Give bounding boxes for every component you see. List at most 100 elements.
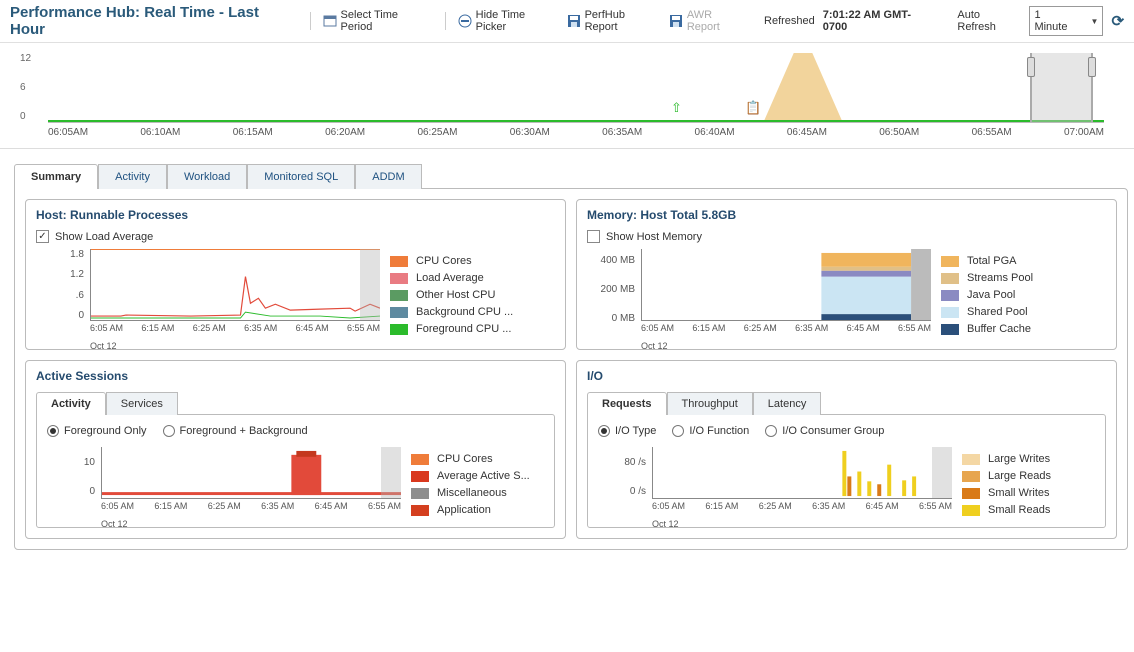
io-xtick: 6:15 AM bbox=[705, 501, 738, 517]
legend-label: Total PGA bbox=[967, 255, 1017, 267]
legend-swatch bbox=[941, 324, 959, 335]
io-xtick: 6:05 AM bbox=[652, 501, 685, 517]
timeline-xtick: 06:10AM bbox=[140, 127, 180, 138]
tab-monitored-sql[interactable]: Monitored SQL bbox=[247, 164, 355, 189]
io-chart[interactable]: 80 /s 0 /s bbox=[612, 447, 952, 517]
tab-activity[interactable]: Activity bbox=[98, 164, 167, 189]
active-chart-date: Oct 12 bbox=[101, 519, 128, 529]
radio-io-type[interactable] bbox=[598, 425, 610, 437]
host-xtick: 6:05 AM bbox=[90, 323, 123, 339]
legend-swatch bbox=[411, 505, 429, 516]
legend-label: Streams Pool bbox=[967, 272, 1033, 284]
tab-addm[interactable]: ADDM bbox=[355, 164, 421, 189]
auto-refresh-value: 1 Minute bbox=[1034, 9, 1076, 33]
legend-swatch bbox=[962, 471, 980, 482]
chevron-down-icon: ▼ bbox=[1091, 17, 1099, 26]
timeline-selection[interactable] bbox=[1030, 53, 1093, 122]
legend-swatch bbox=[962, 505, 980, 516]
panel-active-sessions: Active Sessions Activity Services Foregr… bbox=[25, 360, 566, 539]
host-xtick: 6:45 AM bbox=[296, 323, 329, 339]
panel-io-title: I/O bbox=[587, 369, 1106, 383]
inner-tab-requests[interactable]: Requests bbox=[587, 392, 667, 415]
auto-refresh-label: Auto Refresh bbox=[957, 9, 1021, 33]
panel-io: I/O Requests Throughput Latency I/O Type… bbox=[576, 360, 1117, 539]
radio-foreground-background-label: Foreground + Background bbox=[180, 425, 308, 437]
checkbox-show-load-average[interactable] bbox=[36, 230, 49, 243]
tab-summary[interactable]: Summary bbox=[14, 164, 98, 189]
active-xtick: 6:45 AM bbox=[315, 501, 348, 517]
legend-swatch bbox=[411, 488, 429, 499]
perfhub-report-label: PerfHub Report bbox=[585, 9, 661, 33]
timeline-xtick: 07:00AM bbox=[1064, 127, 1104, 138]
legend-swatch bbox=[941, 256, 959, 267]
select-time-period-button[interactable]: Select Time Period bbox=[323, 9, 433, 33]
collapse-icon bbox=[458, 14, 472, 28]
memory-xtick: 6:05 AM bbox=[641, 323, 674, 339]
host-ytick: 1.8 bbox=[48, 249, 84, 260]
host-chart[interactable]: 1.8 1.2 .6 0 6:05 AM bbox=[50, 249, 380, 339]
legend-label: Miscellaneous bbox=[437, 487, 507, 499]
inner-tab-services[interactable]: Services bbox=[106, 392, 178, 415]
radio-io-type-label: I/O Type bbox=[615, 425, 656, 437]
radio-io-consumer-label: I/O Consumer Group bbox=[782, 425, 884, 437]
legend-label: Background CPU ... bbox=[416, 306, 513, 318]
legend-label: Other Host CPU bbox=[416, 289, 495, 301]
timeline-handle-right[interactable] bbox=[1088, 57, 1096, 77]
io-inner-tabs: Requests Throughput Latency bbox=[587, 391, 1106, 414]
panel-memory-title: Memory: Host Total 5.8GB bbox=[587, 208, 1106, 222]
separator bbox=[445, 12, 446, 30]
hide-time-picker-button[interactable]: Hide Time Picker bbox=[458, 9, 559, 33]
checkbox-show-host-memory[interactable] bbox=[587, 230, 600, 243]
timeline-xtick: 06:40AM bbox=[695, 127, 735, 138]
legend-label: Application bbox=[437, 504, 491, 516]
memory-xtick: 6:45 AM bbox=[847, 323, 880, 339]
radio-foreground-only[interactable] bbox=[47, 425, 59, 437]
active-xtick: 6:25 AM bbox=[208, 501, 241, 517]
future-band bbox=[932, 447, 952, 498]
io-xtick: 6:25 AM bbox=[759, 501, 792, 517]
active-ytick: 0 bbox=[59, 486, 95, 497]
checkbox-show-load-average-label: Show Load Average bbox=[55, 231, 153, 243]
tab-content: Host: Runnable Processes Show Load Avera… bbox=[14, 188, 1128, 550]
radio-io-consumer[interactable] bbox=[765, 425, 777, 437]
timeline-ytick: 0 bbox=[20, 111, 31, 122]
future-band bbox=[360, 249, 380, 320]
memory-xtick: 6:35 AM bbox=[795, 323, 828, 339]
inner-tab-throughput[interactable]: Throughput bbox=[667, 392, 753, 415]
legend-swatch bbox=[941, 290, 959, 301]
legend-swatch bbox=[390, 256, 408, 267]
timeline-chart[interactable]: 12 6 0 ⇧ 📋 bbox=[48, 53, 1104, 123]
timeline-xaxis: 06:05AM 06:10AM 06:15AM 06:20AM 06:25AM … bbox=[48, 123, 1104, 148]
active-xtick: 6:55 AM bbox=[368, 501, 401, 517]
io-ytick: 80 /s bbox=[610, 457, 646, 468]
memory-xtick: 6:25 AM bbox=[744, 323, 777, 339]
radio-foreground-background[interactable] bbox=[163, 425, 175, 437]
legend-label: Large Writes bbox=[988, 453, 1050, 465]
legend-swatch bbox=[941, 307, 959, 318]
legend-label: Large Reads bbox=[988, 470, 1051, 482]
timeline-handle-left[interactable] bbox=[1027, 57, 1035, 77]
inner-tab-latency[interactable]: Latency bbox=[753, 392, 822, 415]
legend-swatch bbox=[390, 324, 408, 335]
separator bbox=[310, 12, 311, 30]
legend-swatch bbox=[390, 273, 408, 284]
io-chart-date: Oct 12 bbox=[652, 519, 679, 529]
legend-label: Small Writes bbox=[988, 487, 1050, 499]
memory-legend: Total PGA Streams Pool Java Pool Shared … bbox=[941, 249, 1106, 339]
timeline-xtick: 06:25AM bbox=[417, 127, 457, 138]
active-chart[interactable]: 10 0 6: bbox=[61, 447, 401, 517]
auto-refresh-select[interactable]: 1 Minute ▼ bbox=[1029, 6, 1103, 36]
legend-label: Foreground CPU ... bbox=[416, 323, 511, 335]
tab-workload[interactable]: Workload bbox=[167, 164, 247, 189]
perfhub-report-button[interactable]: PerfHub Report bbox=[567, 9, 661, 33]
refresh-icon[interactable]: ⟳ bbox=[1111, 12, 1124, 30]
select-time-period-label: Select Time Period bbox=[341, 9, 433, 33]
timeline-xtick: 06:05AM bbox=[48, 127, 88, 138]
legend-label: Buffer Cache bbox=[967, 323, 1031, 335]
panel-host-title: Host: Runnable Processes bbox=[36, 208, 555, 222]
inner-tab-activity[interactable]: Activity bbox=[36, 392, 106, 415]
awr-report-button[interactable]: AWR Report bbox=[669, 9, 748, 33]
timeline-xtick: 06:30AM bbox=[510, 127, 550, 138]
memory-chart[interactable]: 400 MB 200 MB 0 MB bbox=[601, 249, 931, 339]
radio-io-function[interactable] bbox=[672, 425, 684, 437]
